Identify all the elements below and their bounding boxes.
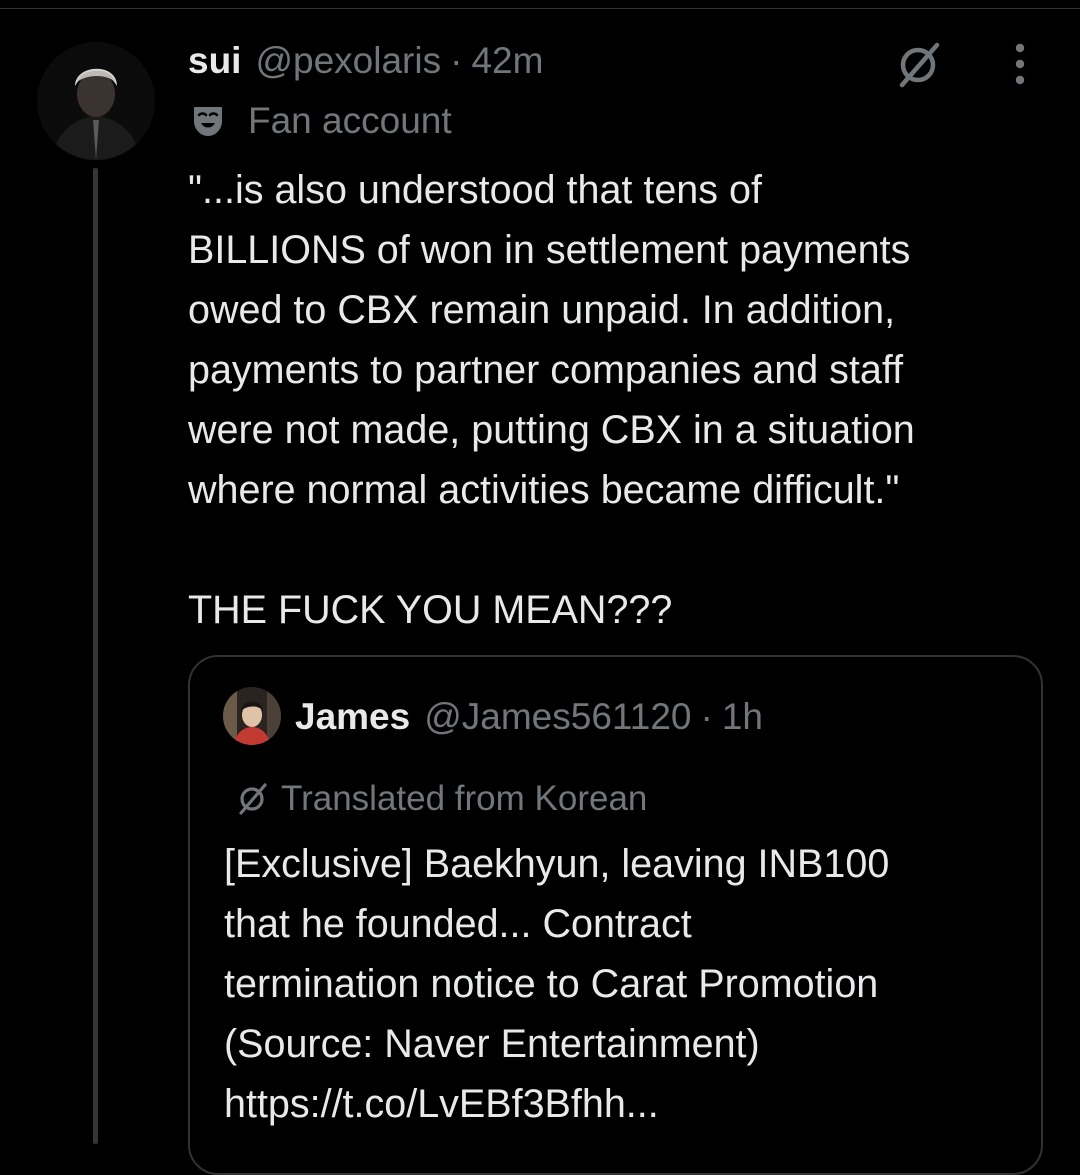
display-name[interactable]: sui: [188, 40, 241, 82]
timestamp[interactable]: 42m: [471, 40, 543, 82]
tweet-text-line: THE FUCK YOU MEAN???: [188, 588, 673, 632]
tweet-header: sui @pexolaris · 42m: [188, 36, 543, 86]
quote-avatar[interactable]: [223, 687, 281, 745]
translate-icon[interactable]: [893, 40, 943, 90]
quote-text-line: (Source: Naver Entertainment): [224, 1022, 760, 1066]
quote-text: [Exclusive] Baekhyun, leaving INB100 tha…: [224, 834, 1024, 1134]
quote-header: James @James561120 · 1h: [295, 693, 763, 741]
quote-link[interactable]: https://t.co/LvEBf3Bfhh...: [224, 1074, 1024, 1134]
avatar[interactable]: [37, 42, 155, 160]
tweet-text: "...is also understood that tens of BILL…: [188, 160, 1058, 640]
fan-account-text: Fan account: [248, 100, 452, 141]
handle[interactable]: @pexolaris: [255, 40, 441, 82]
quote-separator-dot: ·: [700, 696, 713, 737]
thread-line: [93, 168, 98, 1144]
tweet-text-line: "...is also understood that tens of: [188, 168, 762, 212]
tweet-text-line: payments to partner companies and staff: [188, 348, 904, 392]
quote-text-line: [Exclusive] Baekhyun, leaving INB100: [224, 842, 890, 886]
quote-display-name[interactable]: James: [295, 696, 410, 738]
quote-text-line: termination notice to Carat Promotion: [224, 962, 879, 1006]
tweet-text-line: owed to CBX remain unpaid. In addition,: [188, 288, 896, 332]
translate-small-icon: [239, 783, 267, 815]
tweet-text-line: were not made, putting CBX in a situatio…: [188, 408, 915, 452]
quote-text-line: that he founded... Contract: [224, 902, 692, 946]
quote-handle[interactable]: @James561120: [424, 696, 691, 738]
fan-account-label: Fan account: [188, 98, 452, 144]
tweet-text-line: BILLIONS of won in settlement payments: [188, 228, 911, 272]
quote-tweet-card[interactable]: James @James561120 · 1h Translated from …: [188, 655, 1043, 1175]
top-divider: [0, 8, 1080, 9]
translated-from-text: Translated from Korean: [281, 779, 648, 818]
translated-from-label[interactable]: Translated from Korean: [235, 775, 647, 823]
tweet-text-line: where normal activities became difficult…: [188, 468, 900, 512]
separator-dot: ·: [450, 40, 463, 81]
mask-icon: [194, 107, 222, 136]
more-icon[interactable]: [1000, 40, 1040, 90]
quote-timestamp[interactable]: 1h: [722, 696, 763, 738]
